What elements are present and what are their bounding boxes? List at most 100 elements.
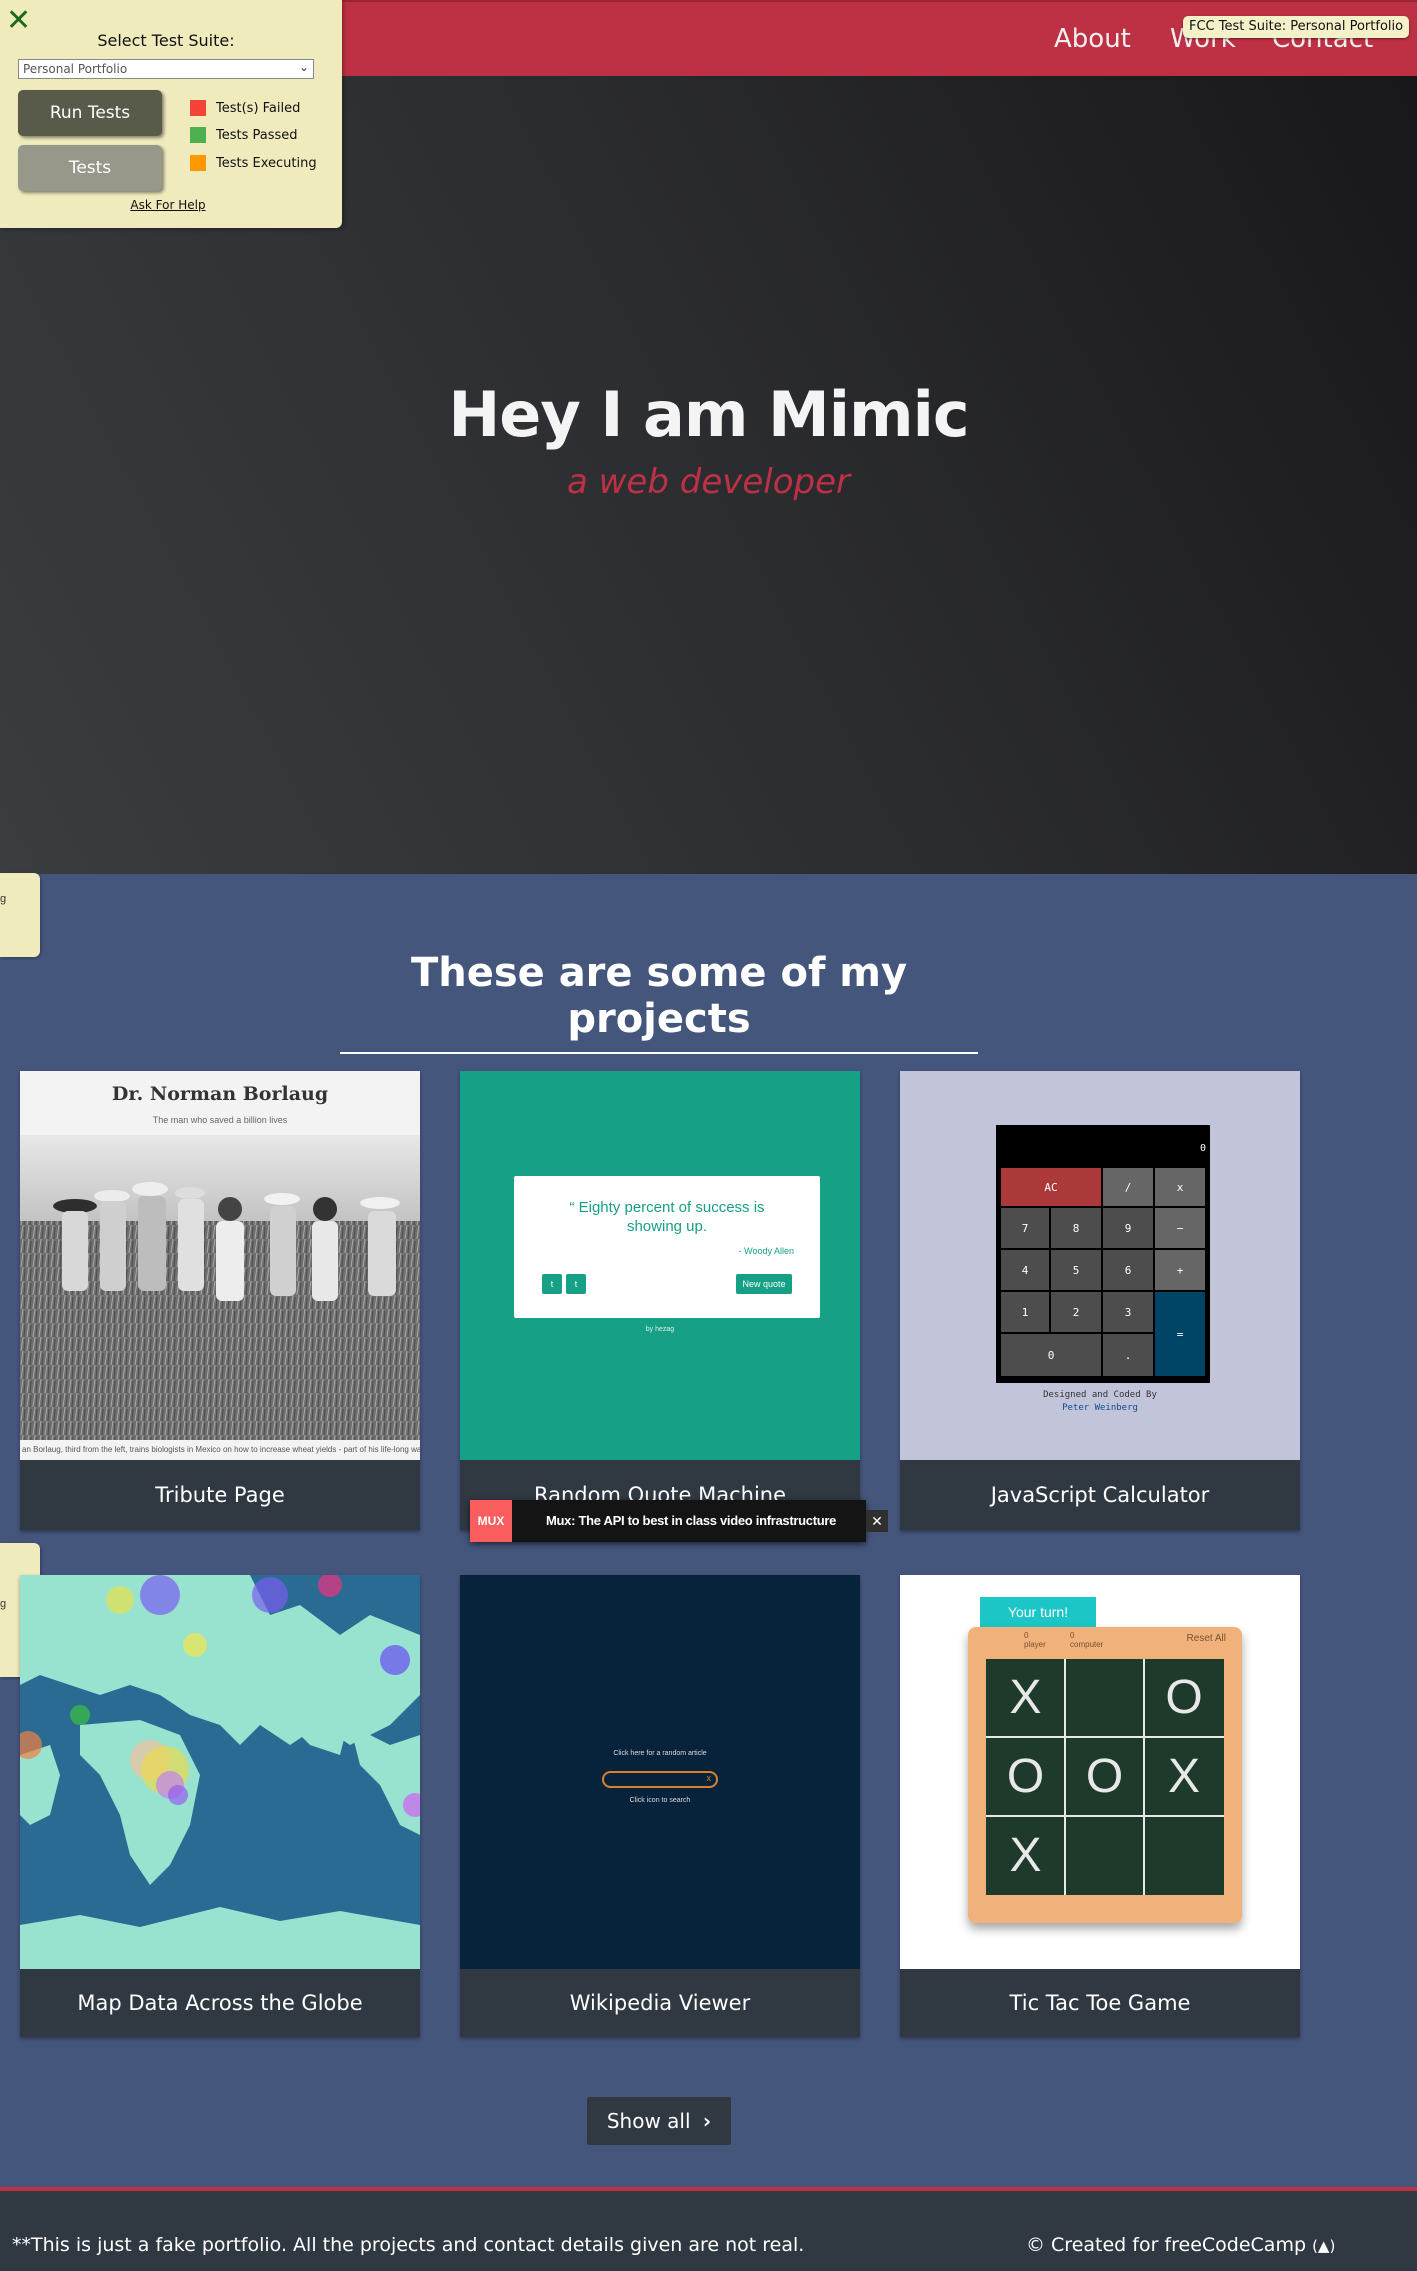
- run-tests-button[interactable]: Run Tests: [18, 90, 162, 136]
- calc-credit: Designed and Coded By Peter Weinberg: [900, 1389, 1300, 1415]
- tribute-subtitle: The man who saved a billion lives: [152, 1115, 288, 1125]
- calc-key: 5: [1050, 1249, 1102, 1291]
- calc-key: /: [1102, 1167, 1154, 1207]
- quote-text: “ Eighty percent of success is showing u…: [569, 1199, 765, 1235]
- project-thumbnail: [20, 1575, 420, 1969]
- quote-card: “ Eighty percent of success is showing u…: [514, 1176, 820, 1318]
- test-suite-selected: Personal Portfolio: [23, 62, 128, 76]
- tests-button[interactable]: Tests: [18, 145, 162, 191]
- close-icon[interactable]: ✕: [866, 1510, 888, 1532]
- calc-key: 2: [1050, 1291, 1102, 1333]
- calc-key: 8: [1050, 1207, 1102, 1249]
- twitter-icon: t: [542, 1274, 562, 1294]
- search-icon: x: [706, 1773, 712, 1783]
- project-tile-tribute[interactable]: Dr. Norman Borlaug The man who saved a b…: [20, 1071, 420, 1530]
- calc-key: =: [1154, 1291, 1206, 1377]
- legend-executing-label: Tests Executing: [216, 156, 317, 171]
- project-tile-calculator[interactable]: 0 AC / x 7 8 9 − 4 5 6 + 1 2 3 = 0 . Des…: [900, 1071, 1300, 1530]
- nav-link-about[interactable]: About: [1054, 24, 1131, 54]
- project-tile-map[interactable]: Map Data Across the Globe: [20, 1575, 420, 2037]
- tribute-caption: an Borlaug, third from the left, trains …: [20, 1440, 420, 1460]
- project-tile-tictactoe[interactable]: Your turn! 0 player 0 computer Reset All…: [900, 1575, 1300, 2037]
- hero-title: Hey I am Mimic: [448, 378, 969, 451]
- tribute-title: Dr. Norman Borlaug: [111, 1083, 329, 1105]
- project-tile-wikipedia[interactable]: Click here for a random article x Click …: [460, 1575, 860, 2037]
- wiki-search-input: x: [602, 1771, 718, 1788]
- executing-swatch-icon: [190, 155, 206, 171]
- freecodecamp-icon[interactable]: (▲): [1312, 2237, 1335, 2255]
- test-suite-select[interactable]: Personal Portfolio ⌄: [18, 59, 314, 79]
- calc-key: 6: [1102, 1249, 1154, 1291]
- tumblr-icon: t: [566, 1274, 586, 1294]
- show-all-button[interactable]: Show all ›: [587, 2097, 731, 2145]
- side-tab-label: g: [0, 893, 7, 905]
- ttt-cell: O: [1006, 1750, 1045, 1803]
- calc-key: 1: [1000, 1291, 1050, 1333]
- ttt-cell: X: [1009, 1829, 1042, 1882]
- fcc-tooltip: FCC Test Suite: Personal Portfolio: [1183, 16, 1410, 38]
- wiki-search-hint: Click icon to search: [629, 1797, 691, 1804]
- ttt-player-score: 0 player: [1024, 1631, 1046, 1649]
- ttt-computer-score-value: 0: [1070, 1631, 1075, 1640]
- fcc-side-tab[interactable]: g: [0, 873, 40, 957]
- fcc-test-panel: ✕ Select Test Suite: Personal Portfolio …: [0, 0, 342, 228]
- project-tile-quote[interactable]: “ Eighty percent of success is showing u…: [460, 1071, 860, 1530]
- calculator: 0 AC / x 7 8 9 − 4 5 6 + 1 2 3 = 0 .: [996, 1125, 1210, 1383]
- ttt-computer-label: computer: [1070, 1640, 1104, 1649]
- ttt-player-score-value: 0: [1024, 1631, 1029, 1640]
- ttt-cell: [1065, 1659, 1144, 1737]
- project-thumbnail: 0 AC / x 7 8 9 − 4 5 6 + 1 2 3 = 0 . Des…: [900, 1071, 1300, 1460]
- projects-heading: These are some of my projects: [340, 950, 978, 1054]
- ttt-board-frame: 0 player 0 computer Reset All X O O O X …: [968, 1627, 1242, 1923]
- chevron-right-icon: ›: [702, 2109, 712, 2133]
- ask-for-help-link[interactable]: Ask For Help: [0, 198, 336, 212]
- show-all-label: Show all: [606, 2109, 691, 2133]
- calc-key: .: [1102, 1333, 1154, 1377]
- world-map-image: [20, 1575, 420, 1969]
- ttt-cell: X: [1167, 1750, 1200, 1803]
- side-tab-label: g: [0, 1598, 7, 1610]
- calc-key: 4: [1000, 1249, 1050, 1291]
- quote-byline: by hezag: [645, 1326, 675, 1333]
- ttt-turn-banner: Your turn!: [980, 1597, 1096, 1627]
- footer-credit: © Created for freeCodeCamp (▲): [1026, 2234, 1335, 2256]
- project-title: Tribute Page: [155, 1483, 285, 1507]
- mux-ad-banner[interactable]: MUX Mux: The API to best in class video …: [470, 1500, 888, 1542]
- ttt-computer-score: 0 computer: [1070, 1631, 1103, 1649]
- calc-key: 3: [1102, 1291, 1154, 1333]
- calc-key: −: [1154, 1207, 1206, 1249]
- footer-credit-text: © Created for freeCodeCamp: [1026, 2234, 1307, 2256]
- calc-key: 0: [1000, 1333, 1102, 1377]
- wiki-random-hint: Click here for a random article: [613, 1750, 707, 1757]
- calc-display: 0: [1199, 1143, 1206, 1154]
- passed-swatch-icon: [190, 127, 206, 143]
- quote-author: - Woody Allen: [738, 1246, 794, 1256]
- calc-key: +: [1154, 1249, 1206, 1291]
- ttt-board: X O O O X X: [986, 1659, 1224, 1895]
- project-thumbnail: Dr. Norman Borlaug The man who saved a b…: [20, 1071, 420, 1460]
- mux-logo: MUX: [470, 1500, 512, 1542]
- ttt-cell: O: [1085, 1750, 1124, 1803]
- project-thumbnail: Click here for a random article x Click …: [460, 1575, 860, 1969]
- ttt-cell: [1065, 1816, 1144, 1895]
- calc-key: 9: [1102, 1207, 1154, 1249]
- footer-disclaimer: **This is just a fake portfolio. All the…: [12, 2234, 805, 2256]
- legend-passed-label: Tests Passed: [216, 128, 298, 143]
- calc-credit-author: Peter Weinberg: [1062, 1403, 1138, 1413]
- project-title: JavaScript Calculator: [990, 1483, 1210, 1507]
- mux-ad-text: Mux: The API to best in class video infr…: [546, 1513, 837, 1528]
- ttt-player-label: player: [1024, 1640, 1046, 1649]
- calc-key: 7: [1000, 1207, 1050, 1249]
- project-title: Wikipedia Viewer: [569, 1991, 751, 2015]
- hero-subtitle: a web developer: [566, 462, 851, 502]
- new-quote-button: New quote: [736, 1274, 792, 1294]
- calc-credit-line: Designed and Coded By: [1043, 1390, 1157, 1400]
- failed-swatch-icon: [190, 100, 206, 116]
- ttt-reset: Reset All: [1186, 1633, 1226, 1644]
- calc-key: x: [1154, 1167, 1206, 1207]
- project-thumbnail: “ Eighty percent of success is showing u…: [460, 1071, 860, 1460]
- chevron-down-icon: ⌄: [298, 60, 309, 74]
- footer: **This is just a fake portfolio. All the…: [0, 2187, 1417, 2271]
- ttt-cell: [1144, 1816, 1224, 1895]
- project-title: Tic Tac Toe Game: [1009, 1991, 1191, 2015]
